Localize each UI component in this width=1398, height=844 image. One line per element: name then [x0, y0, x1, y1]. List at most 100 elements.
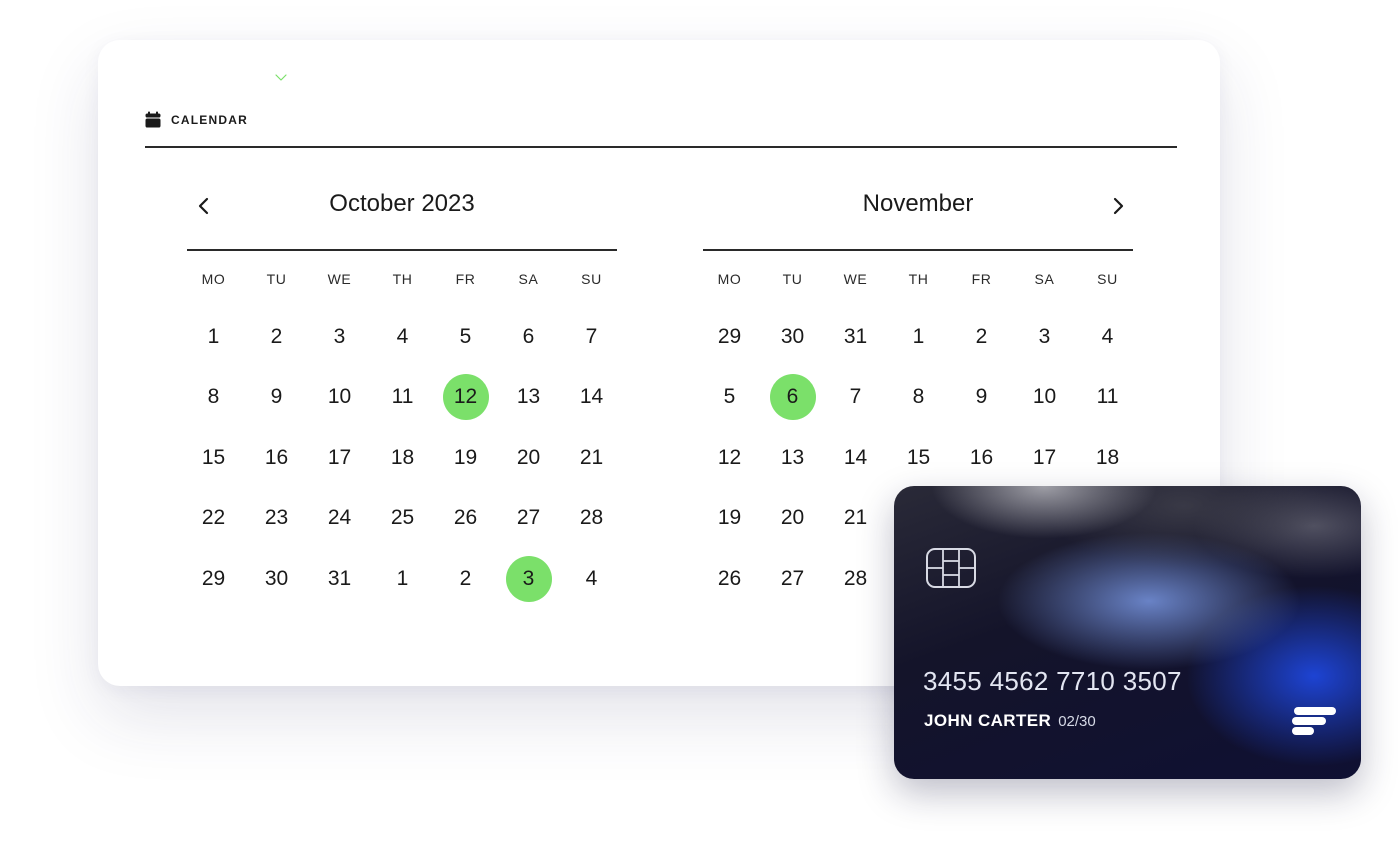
card-chip-icon	[926, 548, 976, 588]
day-number: 18	[1095, 445, 1120, 469]
day-number: 31	[327, 566, 352, 590]
day-cell[interactable]: 17	[1013, 428, 1076, 489]
day-cell[interactable]: 30	[761, 307, 824, 368]
day-number: 27	[516, 506, 541, 530]
day-cell[interactable]: 8	[182, 367, 245, 428]
day-cell[interactable]: 29	[182, 549, 245, 610]
day-number: 22	[201, 506, 226, 530]
day-cell[interactable]: 10	[1013, 367, 1076, 428]
day-cell[interactable]: 16	[950, 428, 1013, 489]
day-cell[interactable]: 26	[698, 549, 761, 610]
credit-card[interactable]: 3455 4562 7710 3507 JOHN CARTER 02/30	[894, 486, 1361, 779]
day-cell[interactable]: 9	[245, 367, 308, 428]
day-cell[interactable]: 9	[950, 367, 1013, 428]
day-cell[interactable]: 20	[497, 428, 560, 489]
day-cell[interactable]: 3	[308, 307, 371, 368]
day-cell-selected[interactable]: 12	[434, 367, 497, 428]
day-cell[interactable]: 10	[308, 367, 371, 428]
calendar-header: CALENDAR	[145, 111, 248, 128]
day-cell[interactable]: 26	[434, 488, 497, 549]
day-cell[interactable]: 17	[308, 428, 371, 489]
day-cell[interactable]: 24	[308, 488, 371, 549]
day-cell[interactable]: 15	[887, 428, 950, 489]
day-cell[interactable]: 20	[761, 488, 824, 549]
day-cell[interactable]: 31	[308, 549, 371, 610]
day-cell-selected[interactable]: 6	[761, 367, 824, 428]
day-cell[interactable]: 4	[1076, 307, 1139, 368]
day-number: 24	[327, 506, 352, 530]
weekday-label: TH	[908, 270, 929, 287]
day-number: 7	[585, 324, 598, 348]
day-cell[interactable]: 14	[824, 428, 887, 489]
day-cell[interactable]: 1	[371, 549, 434, 610]
day-cell[interactable]: 18	[1076, 428, 1139, 489]
day-number: 5	[723, 385, 736, 409]
day-cell[interactable]: 28	[560, 488, 623, 549]
day-cell[interactable]: 12	[698, 428, 761, 489]
month-october: October 2023 MO TU WE TH FR SA SU 1 2 3 4 5 6 7 8 9 10 1…	[187, 178, 617, 609]
weekday-header-row: MO TU WE TH FR SA SU	[698, 271, 1133, 291]
day-cell[interactable]: 21	[824, 488, 887, 549]
day-number: 26	[717, 566, 742, 590]
day-cell[interactable]: 2	[434, 549, 497, 610]
week-row: 12 13 14 15 16 17 18	[698, 428, 1133, 489]
day-cell[interactable]: 25	[371, 488, 434, 549]
day-number: 16	[969, 445, 994, 469]
day-cell[interactable]: 28	[824, 549, 887, 610]
day-cell[interactable]: 23	[245, 488, 308, 549]
day-cell[interactable]: 8	[887, 367, 950, 428]
day-cell[interactable]: 2	[245, 307, 308, 368]
day-number: 2	[975, 324, 988, 348]
calendar-icon	[145, 111, 161, 128]
day-number: 15	[201, 445, 226, 469]
day-number: 25	[390, 506, 415, 530]
day-cell[interactable]: 2	[950, 307, 1013, 368]
weekday-label: TU	[782, 270, 803, 287]
day-cell[interactable]: 11	[1076, 367, 1139, 428]
day-number: 11	[391, 385, 414, 409]
day-number: 2	[459, 566, 472, 590]
day-cell[interactable]: 3	[1013, 307, 1076, 368]
day-cell[interactable]: 30	[245, 549, 308, 610]
day-cell[interactable]: 14	[560, 367, 623, 428]
day-number: 6	[769, 374, 816, 421]
day-cell[interactable]: 19	[698, 488, 761, 549]
day-cell[interactable]: 29	[698, 307, 761, 368]
day-cell[interactable]: 22	[182, 488, 245, 549]
day-cell[interactable]: 19	[434, 428, 497, 489]
day-cell[interactable]: 27	[497, 488, 560, 549]
day-cell[interactable]: 5	[434, 307, 497, 368]
day-number: 11	[1096, 385, 1119, 409]
weekday-label: TU	[266, 270, 287, 287]
calendar-title: CALENDAR	[171, 112, 248, 127]
day-number: 8	[207, 385, 220, 409]
day-cell[interactable]: 11	[371, 367, 434, 428]
day-cell[interactable]: 5	[698, 367, 761, 428]
day-cell[interactable]: 13	[761, 428, 824, 489]
day-cell[interactable]: 16	[245, 428, 308, 489]
day-cell[interactable]: 4	[560, 549, 623, 610]
day-cell[interactable]: 13	[497, 367, 560, 428]
day-cell-selected[interactable]: 3	[497, 549, 560, 610]
day-number: 5	[459, 324, 472, 348]
day-cell[interactable]: 31	[824, 307, 887, 368]
day-cell[interactable]: 1	[887, 307, 950, 368]
day-cell[interactable]: 4	[371, 307, 434, 368]
day-cell[interactable]: 18	[371, 428, 434, 489]
day-cell[interactable]: 7	[560, 307, 623, 368]
day-cell[interactable]: 27	[761, 549, 824, 610]
day-number: 4	[396, 324, 409, 348]
next-month-button[interactable]	[1107, 194, 1129, 218]
chevron-down-icon[interactable]	[274, 72, 288, 82]
day-cell[interactable]: 1	[182, 307, 245, 368]
day-cell[interactable]: 6	[497, 307, 560, 368]
day-cell[interactable]: 21	[560, 428, 623, 489]
day-number: 12	[442, 374, 489, 421]
weekday-header-row: MO TU WE TH FR SA SU	[182, 271, 617, 291]
weekday-label: SA	[1034, 270, 1055, 287]
day-cell[interactable]: 7	[824, 367, 887, 428]
day-cell[interactable]: 15	[182, 428, 245, 489]
day-number: 28	[843, 566, 868, 590]
day-number: 20	[780, 506, 805, 530]
weekday-label: FR	[971, 270, 992, 287]
